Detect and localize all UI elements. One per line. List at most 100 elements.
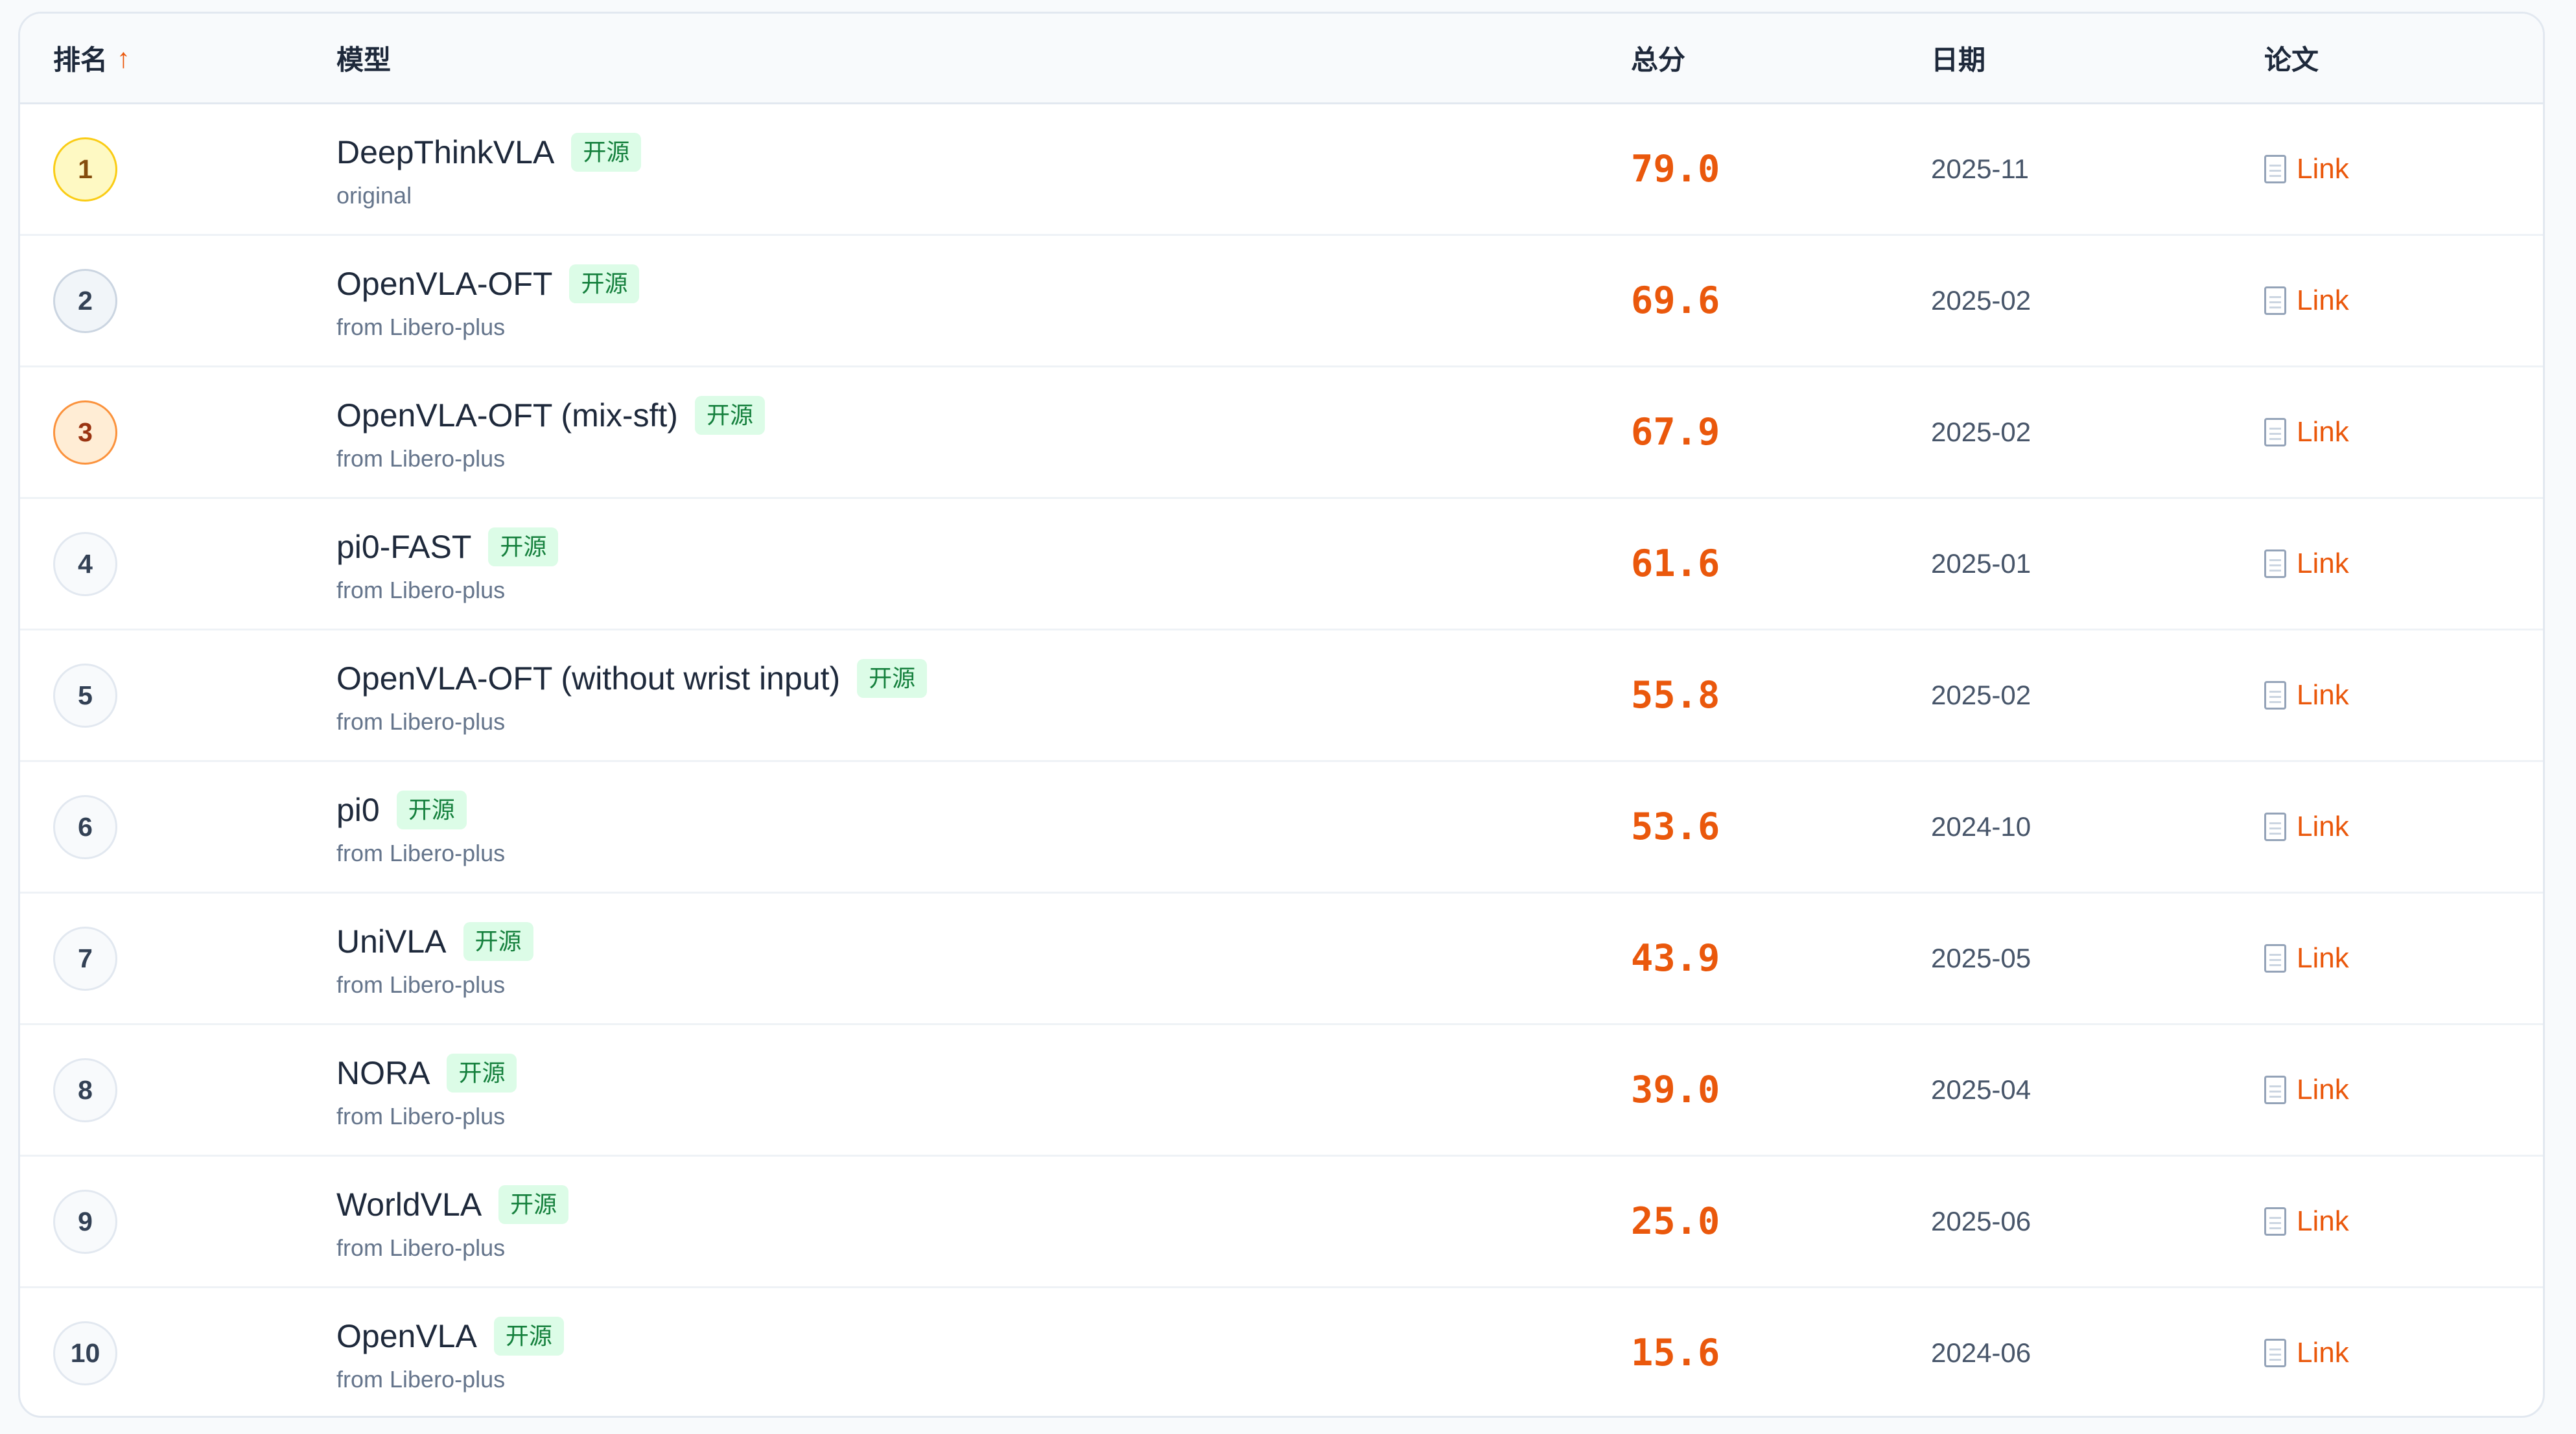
model-name: OpenVLA-OFT — [336, 266, 553, 302]
rank-badge: 10 — [53, 1321, 117, 1385]
table-row: 4 pi0-FAST 开源 from Libero-plus 61.6 2025… — [20, 499, 2543, 630]
model-source: from Libero-plus — [336, 577, 506, 603]
paper-link[interactable]: Link — [2264, 1157, 2349, 1286]
document-icon — [2264, 286, 2286, 315]
score-value: 69.6 — [1631, 279, 1720, 322]
rank-badge: 6 — [53, 795, 117, 859]
leaderboard-table: 排名 ↑ 模型 总分 日期 论文 1 DeepThinkVLA 开源 origi… — [18, 12, 2545, 1418]
model-column-header: 模型 — [336, 45, 392, 75]
score-value: 43.9 — [1631, 937, 1720, 980]
paper-link[interactable]: Link — [2264, 499, 2349, 629]
score-value: 53.6 — [1631, 805, 1720, 848]
date-value: 2025-05 — [1931, 943, 2032, 973]
date-value: 2024-10 — [1931, 811, 2032, 842]
model-cell: NORA 开源 from Libero-plus — [336, 1052, 517, 1130]
date-value: 2025-02 — [1931, 285, 2032, 316]
paper-link[interactable]: Link — [2264, 630, 2349, 760]
paper-column-header: 论文 — [2264, 45, 2319, 75]
model-source: from Libero-plus — [336, 445, 506, 472]
table-row: 5 OpenVLA-OFT (without wrist input) 开源 f… — [20, 630, 2543, 762]
model-name: OpenVLA-OFT (mix-sft) — [336, 397, 678, 434]
table-row: 3 OpenVLA-OFT (mix-sft) 开源 from Libero-p… — [20, 367, 2543, 499]
rank-header-label: 排名 — [53, 45, 108, 75]
date-value: 2025-11 — [1931, 154, 2030, 184]
open-source-badge: 开源 — [463, 922, 533, 961]
paper-link-label: Link — [2297, 1074, 2349, 1105]
rank-column-header[interactable]: 排名 ↑ — [53, 14, 130, 102]
score-value: 55.8 — [1631, 674, 1720, 717]
model-source: from Libero-plus — [336, 314, 506, 340]
paper-link[interactable]: Link — [2264, 762, 2349, 892]
open-source-badge: 开源 — [396, 791, 467, 829]
document-icon — [2264, 813, 2286, 841]
open-source-badge: 开源 — [493, 1317, 564, 1356]
table-row: 7 UniVLA 开源 from Libero-plus 43.9 2025-0… — [20, 894, 2543, 1025]
paper-link[interactable]: Link — [2264, 367, 2349, 497]
date-value: 2025-02 — [1931, 680, 2032, 710]
paper-link-label: Link — [2297, 811, 2349, 842]
open-source-badge: 开源 — [569, 264, 640, 303]
rank-badge: 2 — [53, 269, 117, 333]
document-icon — [2264, 1339, 2286, 1367]
model-cell: UniVLA 开源 from Libero-plus — [336, 921, 533, 999]
open-source-badge: 开源 — [488, 527, 559, 566]
table-row: 1 DeepThinkVLA 开源 original 79.0 2025-11 … — [20, 104, 2543, 236]
rank-badge: 5 — [53, 664, 117, 728]
model-name: WorldVLA — [336, 1186, 482, 1223]
document-icon — [2264, 155, 2286, 183]
score-value: 79.0 — [1631, 148, 1720, 191]
open-source-badge: 开源 — [447, 1054, 517, 1093]
model-name: DeepThinkVLA — [336, 134, 555, 170]
paper-link[interactable]: Link — [2264, 1025, 2349, 1155]
rank-badge: 4 — [53, 532, 117, 596]
paper-link-label: Link — [2297, 548, 2349, 579]
rank-badge: 9 — [53, 1190, 117, 1254]
score-value: 15.6 — [1631, 1332, 1720, 1374]
score-value: 39.0 — [1631, 1069, 1720, 1111]
document-icon — [2264, 1076, 2286, 1104]
paper-link[interactable]: Link — [2264, 236, 2349, 365]
model-source: from Libero-plus — [336, 1103, 506, 1129]
score-column-header[interactable]: 总分 — [1631, 14, 1685, 102]
paper-link-label: Link — [2297, 284, 2349, 316]
table-header: 排名 ↑ 模型 总分 日期 论文 — [20, 14, 2543, 104]
table-row: 2 OpenVLA-OFT 开源 from Libero-plus 69.6 2… — [20, 236, 2543, 367]
model-source: from Libero-plus — [336, 1366, 506, 1393]
date-value: 2025-01 — [1931, 548, 2032, 579]
model-cell: pi0-FAST 开源 from Libero-plus — [336, 526, 559, 604]
model-name: OpenVLA-OFT (without wrist input) — [336, 660, 841, 697]
open-source-badge: 开源 — [498, 1185, 569, 1224]
date-value: 2025-06 — [1931, 1206, 2032, 1236]
open-source-badge: 开源 — [571, 133, 642, 172]
paper-link-label: Link — [2297, 153, 2349, 185]
paper-link[interactable]: Link — [2264, 104, 2349, 234]
open-source-badge: 开源 — [694, 396, 765, 435]
document-icon — [2264, 418, 2286, 446]
sort-arrow-icon[interactable]: ↑ — [117, 43, 130, 74]
rank-badge: 8 — [53, 1058, 117, 1122]
paper-link-label: Link — [2297, 416, 2349, 448]
score-value: 61.6 — [1631, 542, 1720, 585]
model-name: pi0 — [336, 792, 380, 828]
model-cell: DeepThinkVLA 开源 original — [336, 132, 642, 209]
model-source: original — [336, 182, 412, 209]
model-source: from Libero-plus — [336, 971, 506, 998]
date-value: 2025-04 — [1931, 1074, 2032, 1105]
paper-link[interactable]: Link — [2264, 894, 2349, 1023]
date-value: 2025-02 — [1931, 417, 2032, 447]
paper-link-label: Link — [2297, 679, 2349, 711]
model-name: pi0-FAST — [336, 529, 472, 565]
date-column-header[interactable]: 日期 — [1931, 14, 1985, 102]
model-cell: OpenVLA-OFT (mix-sft) 开源 from Libero-plu… — [336, 395, 765, 472]
table-row: 9 WorldVLA 开源 from Libero-plus 25.0 2025… — [20, 1157, 2543, 1288]
model-source: from Libero-plus — [336, 1234, 506, 1261]
model-name: OpenVLA — [336, 1318, 477, 1354]
table-row: 10 OpenVLA 开源 from Libero-plus 15.6 2024… — [20, 1288, 2543, 1416]
paper-link-label: Link — [2297, 1205, 2349, 1237]
model-name: UniVLA — [336, 923, 447, 960]
rank-badge: 1 — [53, 137, 117, 202]
table-row: 6 pi0 开源 from Libero-plus 53.6 2024-10 L… — [20, 762, 2543, 894]
model-source: from Libero-plus — [336, 840, 506, 866]
paper-link[interactable]: Link — [2264, 1288, 2349, 1416]
rank-badge: 3 — [53, 400, 117, 465]
